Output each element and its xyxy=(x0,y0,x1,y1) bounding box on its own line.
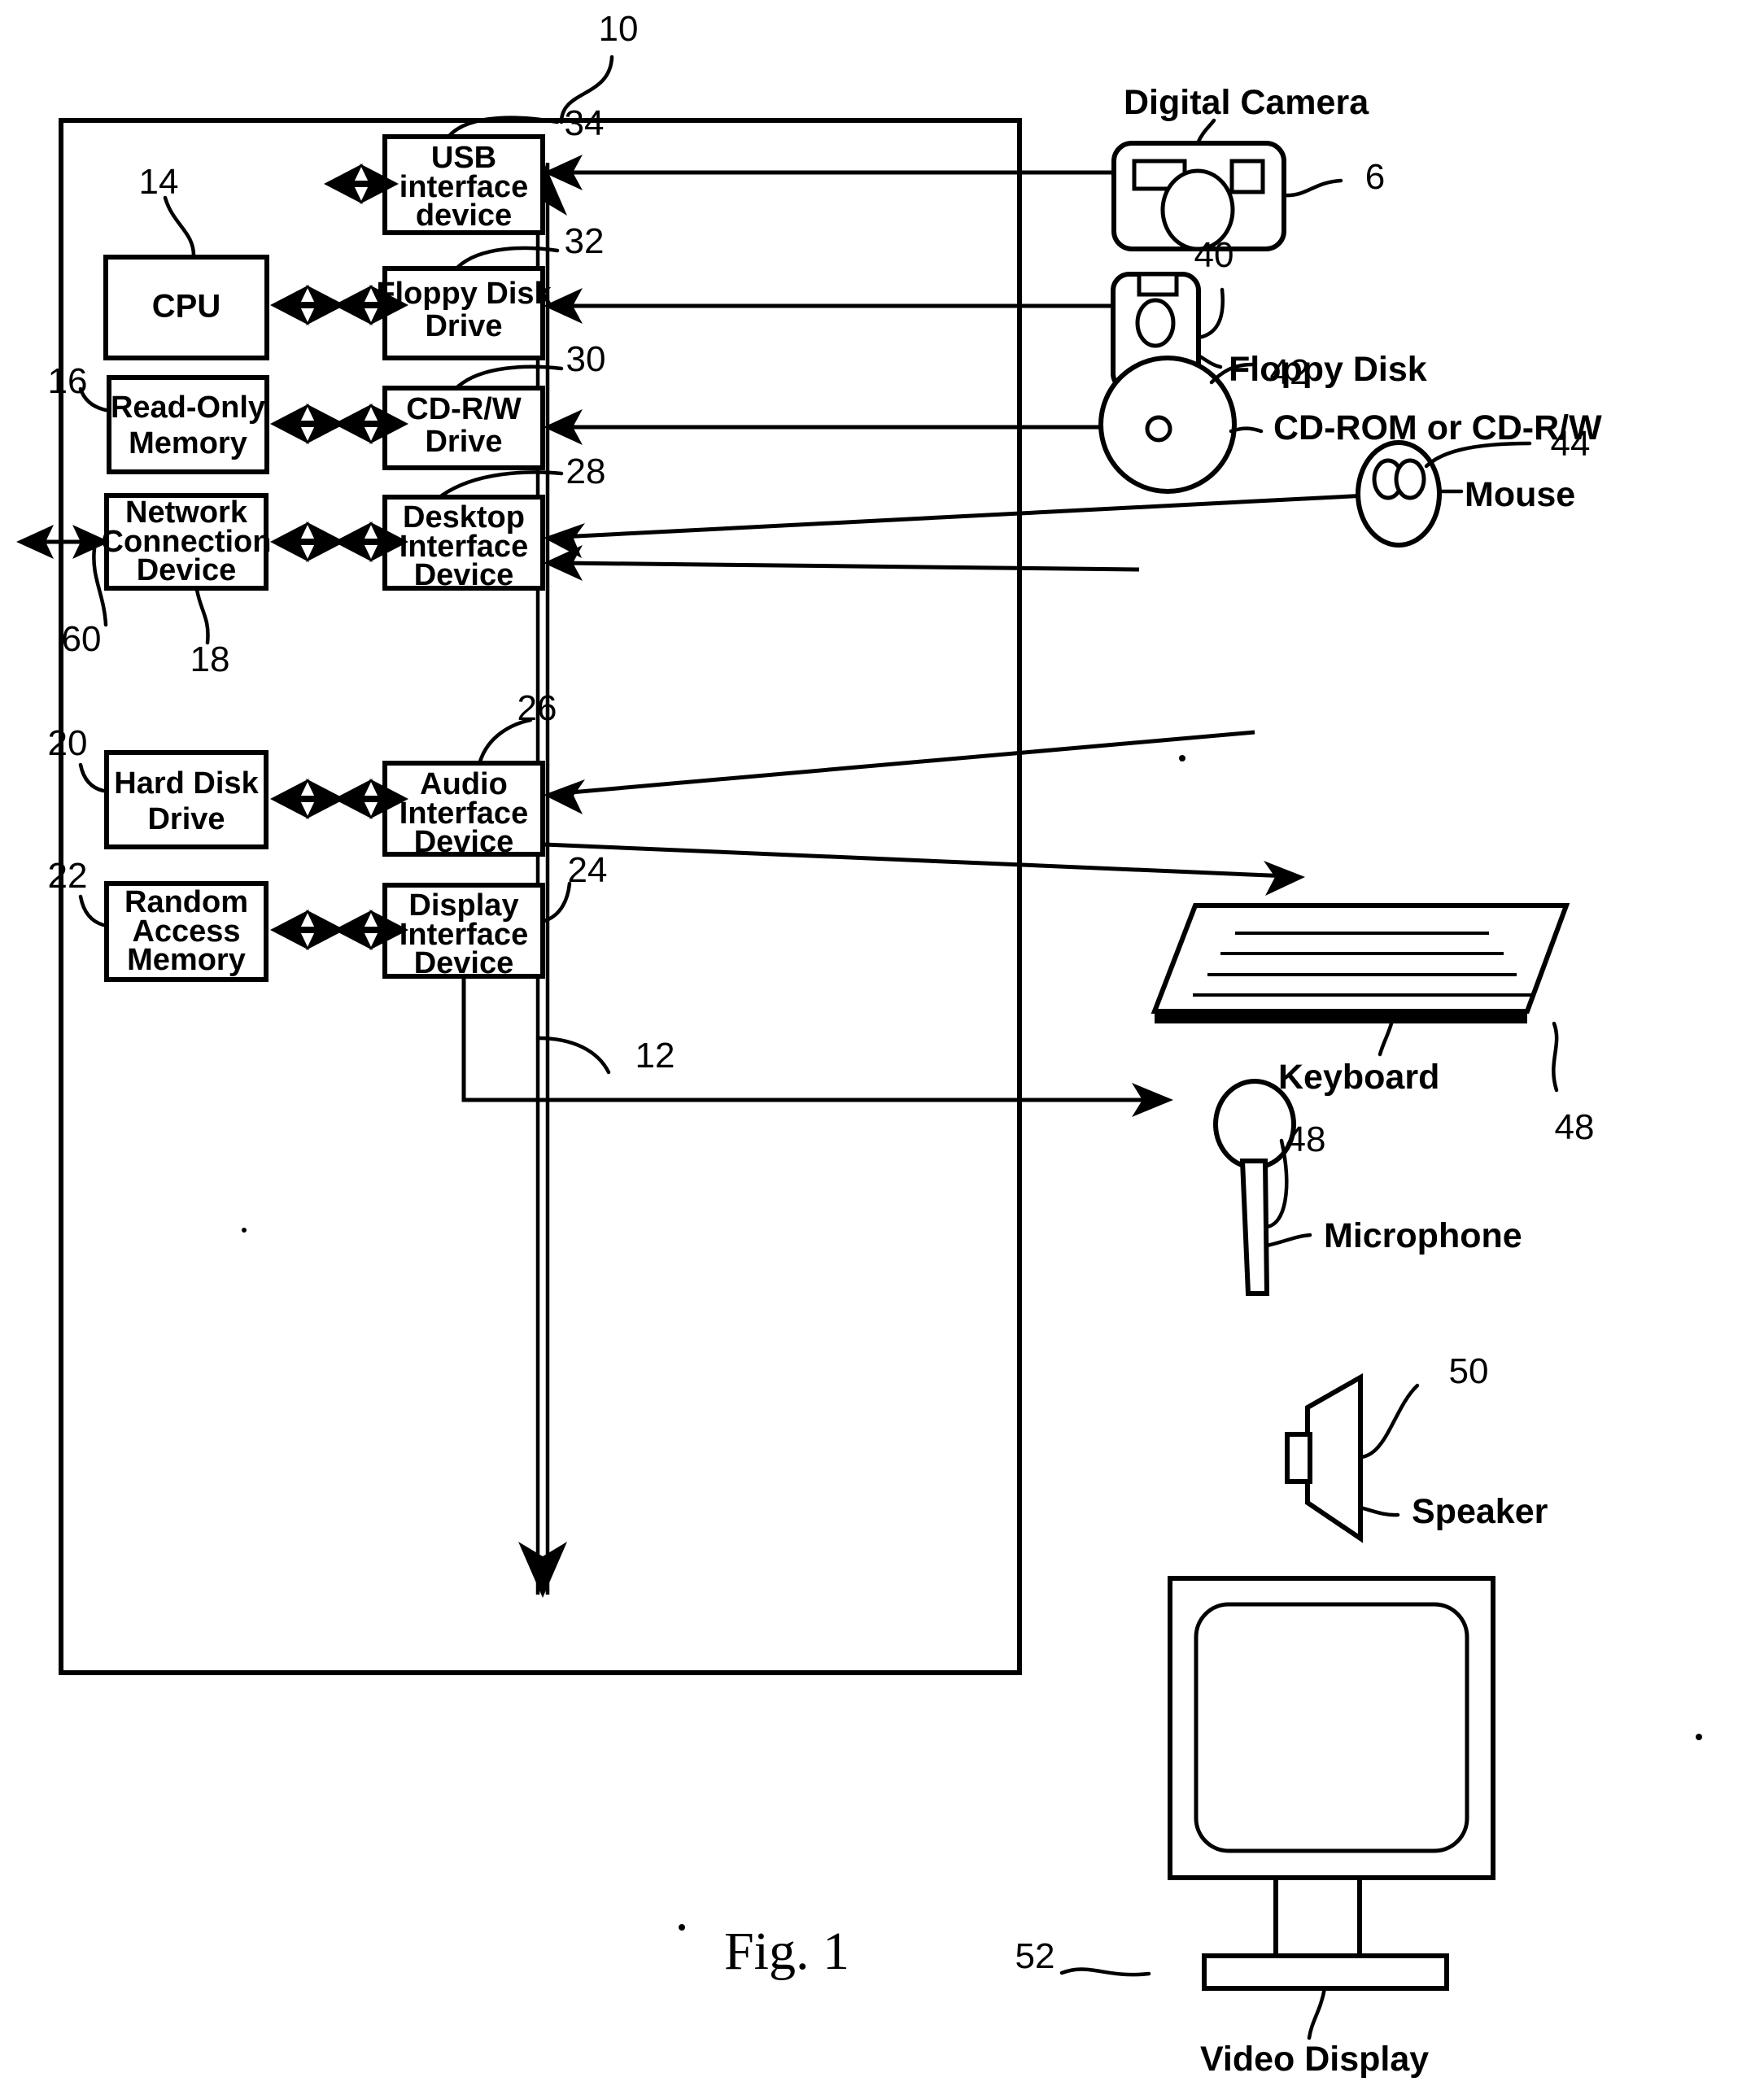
ref-number-16: 16 xyxy=(48,361,88,401)
ref-number-40: 40 xyxy=(1194,235,1234,275)
block-floppy-disk-drive[interactable]: Floppy Disk Drive xyxy=(376,266,552,360)
floppy-disk-label: Floppy Disk xyxy=(1229,350,1427,389)
scan-speck-4 xyxy=(242,1228,247,1233)
scan-speck-2 xyxy=(1179,755,1185,761)
ref-number-12: 12 xyxy=(635,1036,675,1076)
ref-number-24: 24 xyxy=(568,850,608,890)
ref-number-48: 48 xyxy=(1286,1119,1326,1159)
keyboard-icon xyxy=(1151,903,1570,1023)
figure-1-block-diagram: 10 12 CPU 14 Read-Only Memory 16 Network… xyxy=(16,9,1702,2079)
leader-line-mic-label xyxy=(1264,1233,1312,1248)
ref-number-14: 14 xyxy=(139,162,179,202)
leader-line-speaker-label xyxy=(1358,1505,1400,1517)
block-random-access-memory[interactable]: Random Access Memory xyxy=(104,881,269,982)
ref-number-46: 48 xyxy=(1555,1107,1595,1147)
ref-number-44: 44 xyxy=(1551,424,1591,464)
figure-caption: Fig. 1 xyxy=(724,1922,849,1981)
speaker-label: Speaker xyxy=(1412,1492,1548,1531)
block-ram-label-2: Memory xyxy=(127,943,246,977)
block-rom-label-1: Memory xyxy=(129,426,247,460)
block-display-interface-device[interactable]: Display Interface Device xyxy=(382,883,545,980)
leader-line-keyboard-label xyxy=(1378,1021,1394,1057)
leader-line-6 xyxy=(1282,178,1343,198)
wire-mic-arrowhead xyxy=(544,779,585,814)
keyboard-label: Keyboard xyxy=(1278,1058,1439,1097)
leader-line-28 xyxy=(439,470,564,498)
microphone-icon xyxy=(1213,1079,1296,1296)
ref-number-50: 50 xyxy=(1449,1351,1489,1391)
wire-display-to-monitor xyxy=(461,978,1155,1102)
ref-number-20: 20 xyxy=(48,723,88,763)
leader-line-52 xyxy=(1059,1967,1151,1977)
mouse-icon xyxy=(1356,440,1442,548)
leader-line-camera-title xyxy=(1195,118,1216,146)
leader-line-60 xyxy=(92,546,108,627)
microphone-label: Microphone xyxy=(1324,1216,1522,1255)
leader-line-50 xyxy=(1358,1383,1420,1460)
ref-number-10: 10 xyxy=(599,9,639,49)
block-cpu[interactable]: CPU xyxy=(103,255,269,360)
video-display-icon xyxy=(1168,1576,1495,1991)
ref-number-52: 52 xyxy=(1015,1936,1055,1976)
block-cdrw-label-0: CD-R/W xyxy=(406,392,522,426)
wire-mic-to-audio xyxy=(561,730,1255,796)
ref-number-22: 22 xyxy=(48,856,88,896)
bus-arrow-down xyxy=(518,1542,567,1598)
mouse-label: Mouse xyxy=(1465,475,1575,514)
block-cdrw-label-1: Drive xyxy=(425,425,502,459)
speaker-icon xyxy=(1285,1372,1363,1543)
block-usb-interface-device[interactable]: USB interface device xyxy=(382,134,545,235)
block-hdd-label-0: Hard Disk xyxy=(114,766,259,801)
wire-speaker-arrowhead xyxy=(1264,861,1305,896)
block-netdev-label-2: Device xyxy=(137,553,237,587)
block-usb-label-2: device xyxy=(416,199,512,233)
block-audioif-label-2: Device xyxy=(414,825,514,859)
block-cd-rw-drive[interactable]: CD-R/W Drive xyxy=(382,386,545,470)
leader-line-18 xyxy=(194,587,210,645)
block-fdd-label-1: Drive xyxy=(425,309,502,343)
leader-line-40 xyxy=(1196,287,1225,340)
leader-line-20 xyxy=(78,762,106,793)
block-read-only-memory[interactable]: Read-Only Memory xyxy=(107,375,269,474)
leader-line-cd-label xyxy=(1229,426,1264,434)
block-audio-interface-device[interactable]: Audio Interface Device xyxy=(382,761,545,859)
leader-line-22 xyxy=(78,894,106,927)
block-desktop-interface-device[interactable]: Desktop Interface Device xyxy=(382,495,545,592)
block-hard-disk-drive[interactable]: Hard Disk Drive xyxy=(104,750,269,849)
ref-number-34: 34 xyxy=(565,103,605,143)
block-displayif-label-2: Device xyxy=(414,946,514,980)
digital-camera-label: Digital Camera xyxy=(1124,83,1369,122)
leader-line-14 xyxy=(163,195,196,258)
block-cpu-label-0: CPU xyxy=(152,289,220,325)
ref-number-6: 6 xyxy=(1365,157,1385,197)
scan-speck-1 xyxy=(679,1924,685,1931)
ref-number-30: 30 xyxy=(566,339,606,379)
wire-mouse-to-desktop xyxy=(561,491,1399,539)
block-network-connection-device[interactable]: Network Connection Device xyxy=(102,493,272,591)
ref-number-60: 60 xyxy=(62,619,102,659)
ref-number-18: 18 xyxy=(190,639,230,679)
block-desktopif-label-2: Device xyxy=(414,558,514,592)
leader-line-32 xyxy=(456,246,560,269)
patent-figure-page: 10 12 CPU 14 Read-Only Memory 16 Network… xyxy=(0,0,1764,2099)
ref-number-42: 42 xyxy=(1270,352,1310,392)
ref-number-26: 26 xyxy=(517,688,557,728)
ref-number-32: 32 xyxy=(565,221,605,261)
wire-audio-to-speaker xyxy=(544,842,1290,879)
video-display-label: Video Display xyxy=(1200,2040,1429,2079)
block-hdd-label-1: Drive xyxy=(147,802,225,836)
leader-line-display-label xyxy=(1307,1986,1327,2040)
leader-line-46 xyxy=(1552,1021,1559,1093)
scan-speck-3 xyxy=(1696,1734,1702,1740)
ref-number-28: 28 xyxy=(566,452,606,491)
wire-mouse-arrowhead xyxy=(544,523,585,558)
wire-keyboard-to-desktop xyxy=(561,561,1140,572)
digital-camera-icon xyxy=(1111,141,1286,251)
block-rom-label-0: Read-Only xyxy=(111,391,265,425)
